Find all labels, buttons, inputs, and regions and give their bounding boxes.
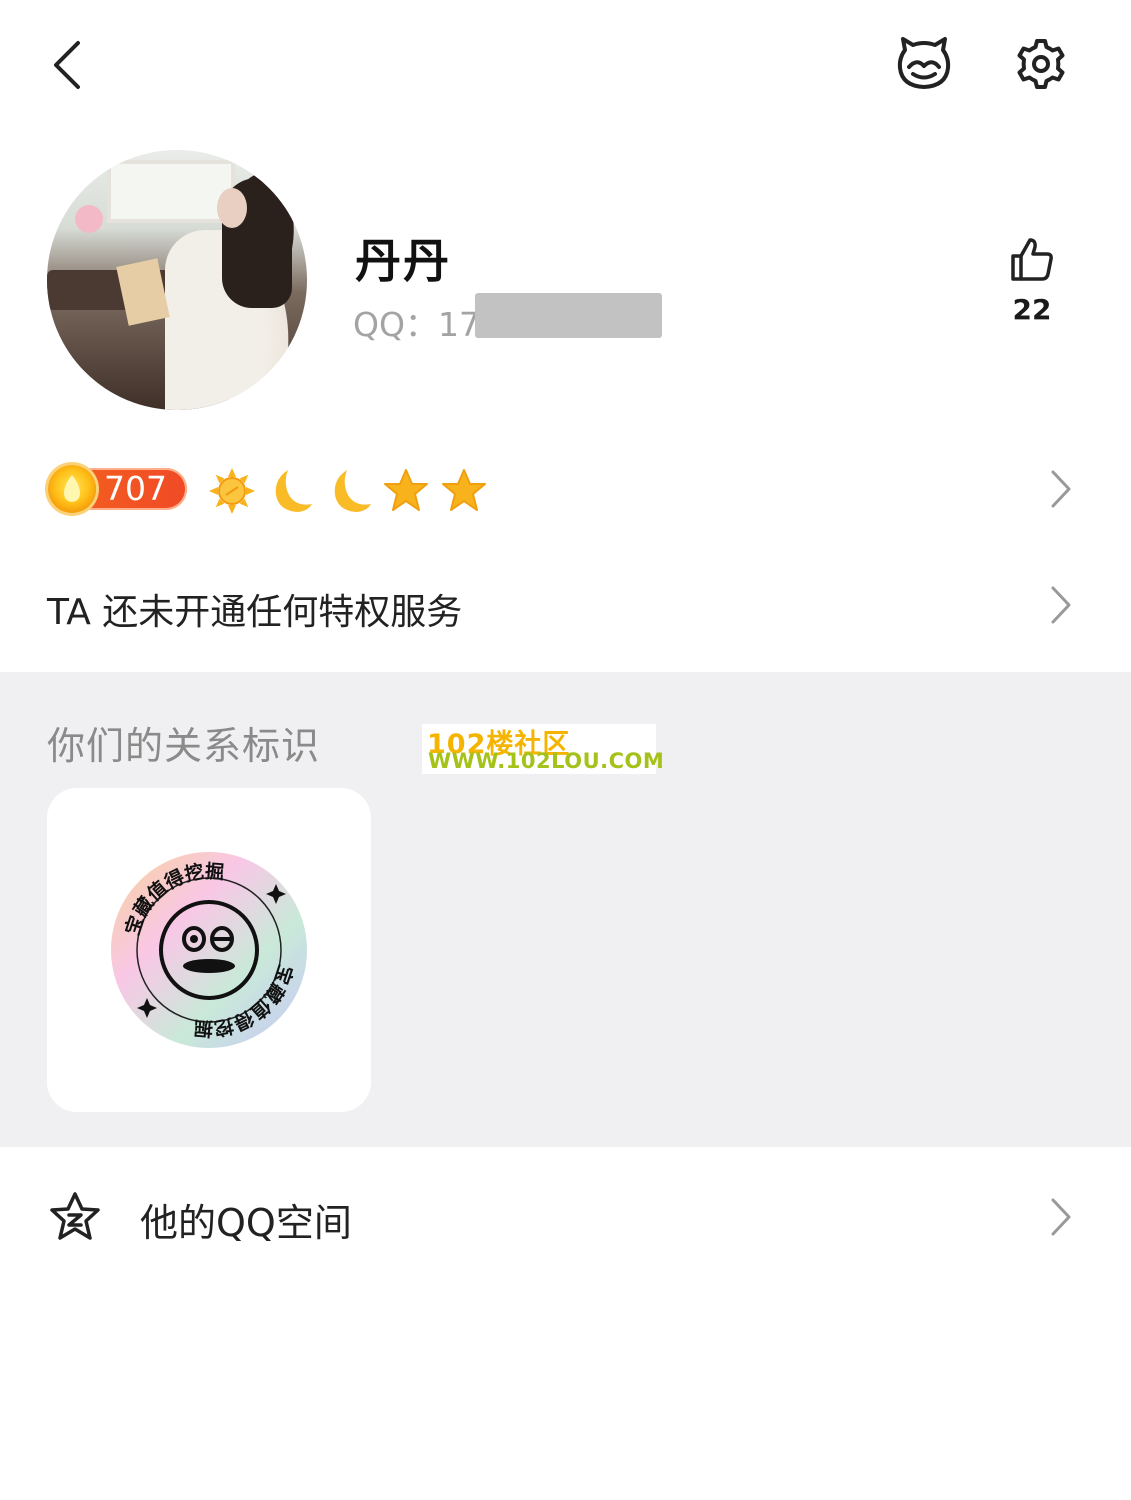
qq-number: QQ：17 — [353, 305, 480, 344]
avatar[interactable] — [47, 150, 307, 410]
qzone-link[interactable]: 他的QQ空间 — [140, 1192, 352, 1247]
qzone-star-icon — [50, 1192, 100, 1240]
cat-face-icon — [897, 37, 951, 89]
back-button[interactable] — [45, 38, 89, 92]
treasure-badge-icon: 宝藏值得挖掘 宝藏值得挖掘 — [111, 852, 307, 1048]
star-icon — [384, 469, 428, 511]
level-arrow-icon[interactable] — [1050, 469, 1072, 509]
profile-name: 丹丹 — [355, 234, 451, 288]
relationship-badge-card[interactable]: 宝藏值得挖掘 宝藏值得挖掘 — [47, 788, 371, 1112]
chevron-left-icon — [54, 41, 80, 89]
pet-button[interactable] — [893, 35, 955, 93]
privilege-arrow-icon[interactable] — [1050, 585, 1072, 625]
moon-icon — [334, 470, 371, 512]
like-count: 22 — [1012, 293, 1052, 326]
sun-icon — [209, 468, 255, 514]
like-button[interactable] — [1008, 234, 1056, 284]
level-value: 707 — [104, 469, 167, 508]
star-icon — [442, 469, 486, 511]
watermark-line2: WWW.102LOU.COM — [428, 749, 665, 773]
gear-icon — [1017, 39, 1065, 89]
moon-icon — [275, 470, 312, 512]
qzone-arrow-icon[interactable] — [1050, 1197, 1072, 1237]
relationship-title: 你们的关系标识 — [47, 724, 321, 768]
qq-number-redaction — [475, 293, 662, 338]
settings-button[interactable] — [1012, 35, 1070, 93]
level-coin-icon — [48, 465, 96, 513]
privilege-text[interactable]: TA 还未开通任何特权服务 — [47, 583, 462, 635]
thumbs-up-icon — [1011, 238, 1053, 281]
